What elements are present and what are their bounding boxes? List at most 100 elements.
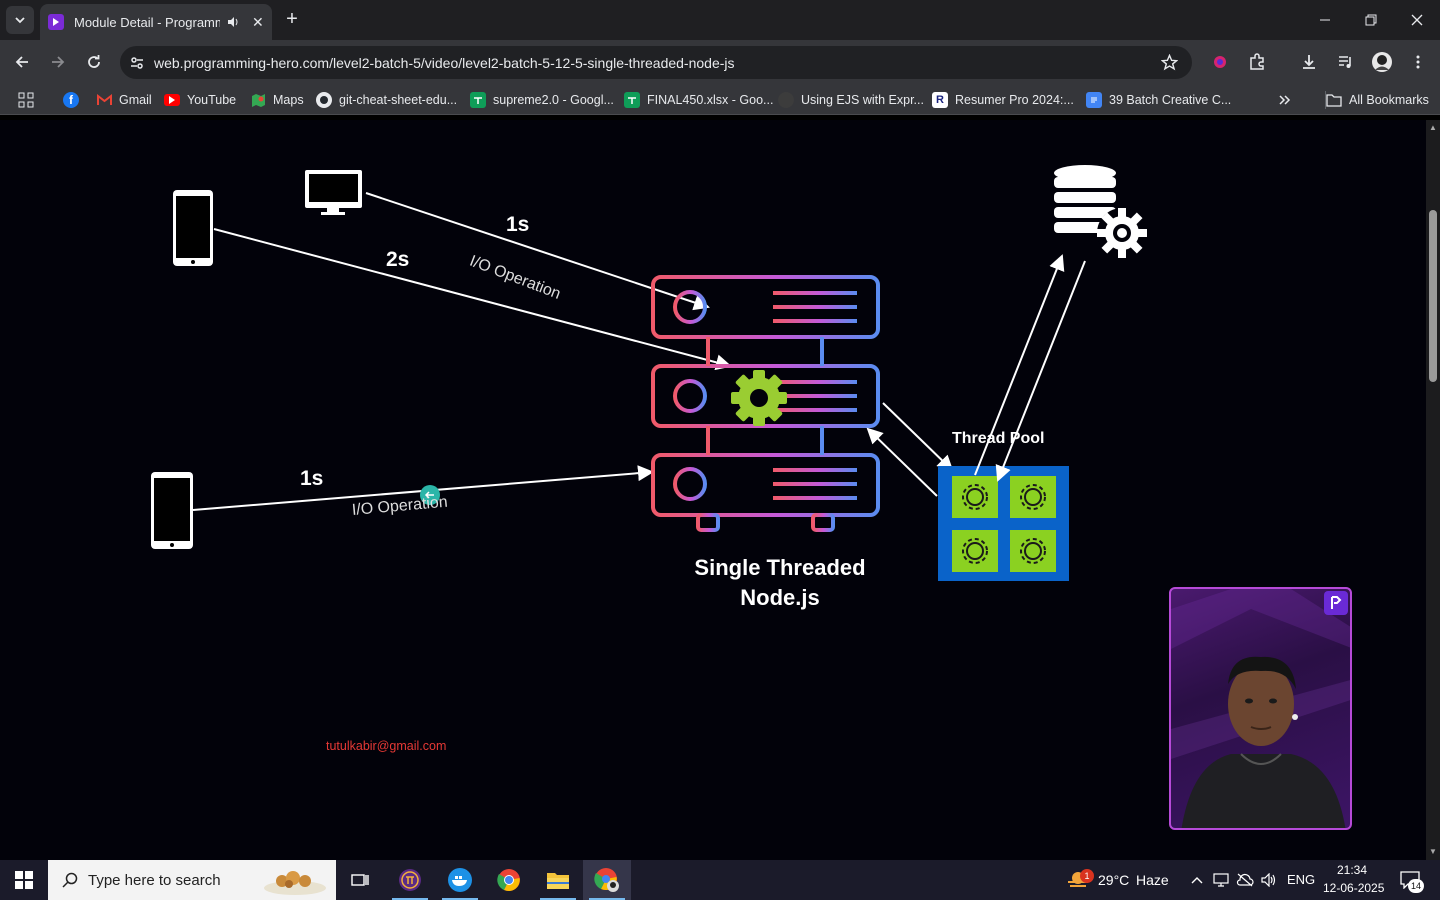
close-window-button[interactable] xyxy=(1402,6,1432,34)
instructor-webcam xyxy=(1169,587,1352,830)
forward-button[interactable] xyxy=(44,48,72,76)
github-icon xyxy=(778,92,794,108)
phone-icon-top xyxy=(173,190,213,266)
thread-pool-label: Thread Pool xyxy=(952,430,1045,447)
label-1s-top: 1s xyxy=(506,213,530,236)
back-button[interactable] xyxy=(8,48,36,76)
search-placeholder: Type here to search xyxy=(88,871,221,889)
apps-grid-button[interactable] xyxy=(18,91,34,109)
resumer-icon: R xyxy=(932,92,948,108)
media-control-icon[interactable] xyxy=(1334,50,1358,74)
taskbar-chrome-app[interactable] xyxy=(485,860,533,900)
arrow-right-icon xyxy=(52,56,65,68)
notifications-button[interactable]: 14 xyxy=(1394,860,1426,900)
reload-icon xyxy=(88,55,100,68)
site-info-icon[interactable] xyxy=(120,55,154,71)
scroll-down-arrow-icon[interactable]: ▼ xyxy=(1428,848,1438,856)
search-icon xyxy=(62,872,78,888)
network-icon-button[interactable] xyxy=(1210,860,1232,900)
more-bookmarks-button[interactable] xyxy=(1278,91,1292,109)
page-scrollbar[interactable]: ▲ ▼ xyxy=(1426,120,1440,860)
reload-button[interactable] xyxy=(80,48,108,76)
tab-search-button[interactable] xyxy=(6,6,34,34)
caption-line-1: Single Threaded xyxy=(694,555,866,580)
star-icon[interactable] xyxy=(1161,54,1178,71)
bookmark-final450[interactable]: FINAL450.xlsx - Goo... xyxy=(624,91,773,109)
cloud-offline-button[interactable] xyxy=(1234,860,1256,900)
scroll-up-arrow-icon[interactable]: ▲ xyxy=(1428,124,1438,132)
label-2s: 2s xyxy=(386,248,410,271)
chrome-profile-icon xyxy=(594,868,619,892)
bookmark-maps[interactable]: Maps xyxy=(250,91,304,109)
all-bookmarks-button[interactable]: All Bookmarks xyxy=(1325,91,1429,109)
menu-kebab-icon[interactable] xyxy=(1406,50,1430,74)
extension-color-icon[interactable] xyxy=(1208,50,1232,74)
weather-widget-button[interactable]: 1 xyxy=(1058,860,1098,900)
volume-button[interactable] xyxy=(1258,860,1280,900)
gear-icon xyxy=(731,370,787,426)
taskbar-file-explorer-app[interactable] xyxy=(534,860,582,900)
close-tab-icon[interactable]: ✕ xyxy=(252,14,264,31)
arrow-server-to-pool xyxy=(882,402,954,472)
database-gear-icon xyxy=(1054,165,1147,258)
task-view-button[interactable] xyxy=(336,860,384,900)
docs-icon xyxy=(1086,92,1102,108)
double-chevron-right-icon xyxy=(1279,95,1291,105)
weather-desc: Haze xyxy=(1136,872,1169,888)
taskbar-search-box[interactable]: Type here to search xyxy=(48,860,336,900)
bookmark-supreme[interactable]: supreme2.0 - Googl... xyxy=(470,91,614,109)
github-icon xyxy=(316,92,332,108)
language-indicator[interactable]: ENG xyxy=(1287,872,1315,887)
video-frame[interactable]: 1s I/O Operation 2s 1s I/O Operation Thr… xyxy=(0,120,1426,860)
speaker-icon[interactable] xyxy=(226,15,240,29)
tab-title: Module Detail - Programming Hero xyxy=(74,14,220,30)
browser-toolbar: web.programming-hero.com/level2-batch-5/… xyxy=(0,40,1440,85)
facebook-icon: f xyxy=(63,92,79,108)
windows-logo-icon xyxy=(15,871,33,889)
monitor-icon xyxy=(305,170,362,215)
apps-grid-icon xyxy=(18,92,34,108)
start-button[interactable] xyxy=(0,860,48,900)
bookmarks-bar: f Gmail YouTube Maps git-cheat-sheet-edu… xyxy=(0,85,1440,115)
windows-taskbar: Type here to search 1 29°C Haze ENG 21:3… xyxy=(0,860,1440,900)
sheets-icon xyxy=(624,92,640,108)
taskbar-pi-network-app[interactable] xyxy=(386,860,434,900)
chrome-icon xyxy=(497,869,520,892)
bookmark-gmail[interactable]: Gmail xyxy=(96,91,152,109)
show-hidden-icons-button[interactable] xyxy=(1186,860,1208,900)
profile-avatar[interactable] xyxy=(1370,50,1394,74)
thread-pool-box xyxy=(938,466,1069,581)
network-icon xyxy=(1213,873,1229,887)
restore-button[interactable] xyxy=(1356,6,1386,34)
bookmark-resumer-pro[interactable]: R Resumer Pro 2024:... xyxy=(932,91,1074,109)
caption-line-2: Node.js xyxy=(740,585,820,610)
tab-module-detail[interactable]: Module Detail - Programming Hero ✕ xyxy=(40,4,272,40)
chevron-up-icon xyxy=(1191,877,1203,884)
scroll-thumb[interactable] xyxy=(1429,210,1437,382)
browser-tabstrip: Module Detail - Programming Hero ✕ + xyxy=(0,0,1440,40)
programming-hero-icon xyxy=(48,14,64,30)
minimize-icon xyxy=(1320,19,1330,21)
pi-network-icon xyxy=(399,869,421,891)
phone-icon-bottom xyxy=(151,472,193,549)
weather-badge: 1 xyxy=(1080,869,1094,883)
download-icon[interactable] xyxy=(1297,50,1321,74)
bookmark-39-batch[interactable]: 39 Batch Creative C... xyxy=(1086,91,1231,109)
extensions-icon[interactable] xyxy=(1245,50,1269,74)
food-bowl-icon xyxy=(264,871,326,895)
minimize-button[interactable] xyxy=(1310,6,1340,34)
new-tab-button[interactable]: + xyxy=(280,8,304,32)
bookmark-git-cheat-sheet[interactable]: git-cheat-sheet-edu... xyxy=(316,91,457,109)
taskbar-docker-app[interactable] xyxy=(436,860,484,900)
address-bar[interactable]: web.programming-hero.com/level2-batch-5/… xyxy=(120,46,1192,79)
clock-date[interactable]: 12-06-2025 xyxy=(1323,881,1384,895)
clock-time[interactable]: 21:34 xyxy=(1337,863,1367,877)
bookmark-youtube[interactable]: YouTube xyxy=(164,91,236,109)
watermark-email: tutulkabir@gmail.com xyxy=(326,739,447,753)
taskbar-chrome-profile-app[interactable] xyxy=(583,860,631,900)
maps-icon xyxy=(250,92,266,108)
notification-count: 14 xyxy=(1408,879,1424,893)
bookmark-using-ejs[interactable]: Using EJS with Expr... xyxy=(778,91,924,109)
youtube-icon xyxy=(164,94,180,106)
bookmark-facebook[interactable]: f xyxy=(63,91,86,109)
